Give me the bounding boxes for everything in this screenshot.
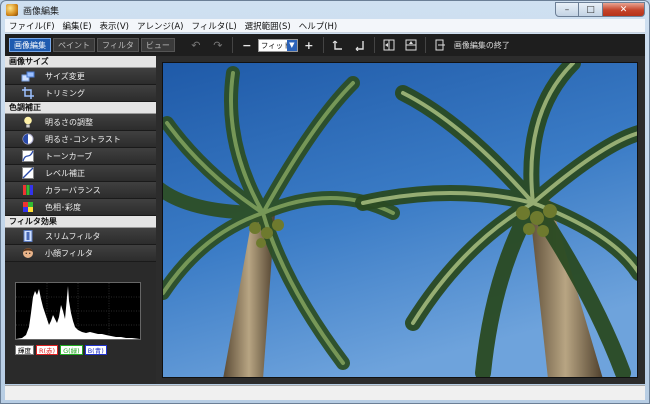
close-button[interactable]: ✕ <box>603 2 645 17</box>
sidebar-item-label: トーンカーブ <box>45 151 93 161</box>
sidebar-item-hue-saturation[interactable]: 色相･彩度 <box>5 199 156 216</box>
menu-help[interactable]: ヘルプ(H) <box>295 20 342 32</box>
crop-icon <box>21 87 35 99</box>
redo-icon[interactable]: ↷ <box>207 36 229 54</box>
sidebar-item-label: レベル補正 <box>45 168 85 178</box>
sidebar-item-brightness-contrast[interactable]: 明るさ･コントラスト <box>5 131 156 148</box>
app-icon <box>6 4 18 16</box>
lightbulb-icon <box>21 116 35 128</box>
slim-filter-icon <box>21 230 35 242</box>
minimize-button[interactable]: – <box>555 2 579 17</box>
sidebar-item-label: カラーバランス <box>45 185 101 195</box>
menu-view[interactable]: 表示(V) <box>96 20 133 32</box>
sidebar-item-brightness[interactable]: 明るさの調整 <box>5 114 156 131</box>
zoom-out-button[interactable]: − <box>236 36 258 54</box>
canvas-area <box>156 56 645 384</box>
menu-selection[interactable]: 選択範囲(S) <box>241 20 295 32</box>
histogram-blue-button[interactable]: B(青) <box>84 345 107 355</box>
histogram-green-button[interactable]: G(緑) <box>60 345 83 355</box>
levels-icon <box>21 167 35 179</box>
exit-edit-button[interactable]: 画像編集の終了 <box>454 40 510 51</box>
hue-saturation-icon <box>21 201 35 213</box>
sidebar-item-label: サイズ変更 <box>45 71 85 81</box>
tab-paint[interactable]: ペイント <box>53 38 95 52</box>
tab-filter[interactable]: フィルタ <box>97 38 139 52</box>
menu-filter[interactable]: フィルタ(L) <box>187 20 240 32</box>
photo-canvas[interactable] <box>162 62 638 378</box>
section-filter-effects: フィルタ効果 <box>5 216 156 228</box>
status-bar <box>5 385 645 400</box>
color-balance-icon <box>21 184 35 196</box>
zoom-in-button[interactable]: + <box>298 36 320 54</box>
rotate-left-icon[interactable] <box>327 36 349 54</box>
resize-icon <box>21 70 35 82</box>
exit-edit-icon[interactable] <box>429 36 451 54</box>
palm-tree-photo <box>163 63 637 377</box>
tab-image-edit[interactable]: 画像編集 <box>9 38 51 52</box>
histogram-luminance-button[interactable]: 輝度 <box>15 345 34 355</box>
sidebar-item-slim-filter[interactable]: スリムフィルタ <box>5 228 156 245</box>
sidebar-item-color-balance[interactable]: カラーバランス <box>5 182 156 199</box>
toolbar: 画像編集 ペイント フィルタ ビュー ↶ ↷ − フィット ▼ + 画像編集の終… <box>5 34 645 56</box>
sidebar-item-resize[interactable]: サイズ変更 <box>5 68 156 85</box>
flip-vertical-icon[interactable] <box>400 36 422 54</box>
sidebar-item-label: 明るさ･コントラスト <box>45 134 121 144</box>
contrast-icon <box>21 133 35 145</box>
histogram-channel-buttons: 輝度 R(赤) G(緑) B(青) <box>15 345 109 355</box>
menu-edit[interactable]: 編集(E) <box>59 20 96 32</box>
small-face-filter-icon <box>21 247 35 259</box>
sidebar: 画像サイズ サイズ変更 トリミング 色調補正 明るさの調整 明るさ･コントラスト <box>5 56 156 384</box>
sidebar-item-levels[interactable]: レベル補正 <box>5 165 156 182</box>
rotate-right-icon[interactable] <box>349 36 371 54</box>
sidebar-item-label: 明るさの調整 <box>45 117 93 127</box>
sidebar-item-tone-curve[interactable]: トーンカーブ <box>5 148 156 165</box>
tone-curve-icon <box>21 150 35 162</box>
sidebar-item-label: 色相･彩度 <box>45 202 81 212</box>
sidebar-item-small-face-filter[interactable]: 小顔フィルタ <box>5 245 156 262</box>
window-title: 画像編集 <box>23 6 60 17</box>
chevron-down-icon: ▼ <box>286 39 297 51</box>
maximize-button[interactable]: □ <box>579 2 603 17</box>
sidebar-item-label: スリムフィルタ <box>45 231 101 241</box>
menu-arrange[interactable]: アレンジ(A) <box>133 20 187 32</box>
tab-view[interactable]: ビュー <box>140 38 175 52</box>
histogram <box>15 282 141 340</box>
menu-bar: ファイル(F) 編集(E) 表示(V) アレンジ(A) フィルタ(L) 選択範囲… <box>5 19 645 33</box>
menu-file[interactable]: ファイル(F) <box>5 20 59 32</box>
flip-horizontal-icon[interactable] <box>378 36 400 54</box>
undo-icon[interactable]: ↶ <box>185 36 207 54</box>
histogram-red-button[interactable]: R(赤) <box>36 345 59 355</box>
section-image-size: 画像サイズ <box>5 56 156 68</box>
title-bar[interactable]: 画像編集 – □ ✕ <box>1 1 649 19</box>
app-window: 画像編集 – □ ✕ ファイル(F) 編集(E) 表示(V) アレンジ(A) フ… <box>0 0 650 404</box>
window-controls: – □ ✕ <box>555 2 645 17</box>
sidebar-item-label: トリミング <box>45 88 85 98</box>
sidebar-item-crop[interactable]: トリミング <box>5 85 156 102</box>
section-color-correction: 色調補正 <box>5 102 156 114</box>
sidebar-item-label: 小顔フィルタ <box>45 248 93 258</box>
zoom-select[interactable]: フィット ▼ <box>257 38 298 52</box>
